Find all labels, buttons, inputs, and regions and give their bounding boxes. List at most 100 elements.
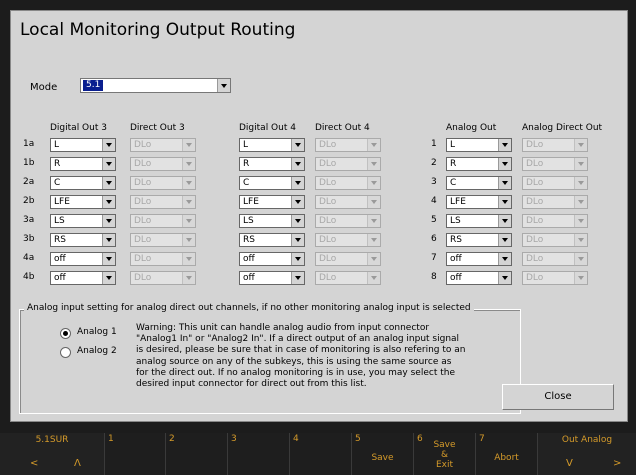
ao-select-2[interactable]: R bbox=[446, 157, 512, 171]
chevron-down-icon[interactable] bbox=[102, 177, 115, 189]
chevron-down-icon bbox=[367, 253, 380, 265]
d4-select-1[interactable]: L bbox=[239, 138, 305, 152]
chevron-down-icon[interactable] bbox=[498, 139, 511, 151]
chevron-down-icon bbox=[574, 158, 587, 170]
ao-select-8[interactable]: off bbox=[446, 271, 512, 285]
select-value: DLo bbox=[526, 254, 544, 264]
select-value: DLo bbox=[319, 197, 337, 207]
chevron-down-icon[interactable] bbox=[102, 158, 115, 170]
chevron-down-icon bbox=[182, 177, 195, 189]
chevron-down-icon[interactable] bbox=[102, 139, 115, 151]
row-label: 3b bbox=[23, 234, 35, 244]
select-value: DLo bbox=[319, 216, 337, 226]
chevron-down-icon[interactable] bbox=[217, 79, 230, 92]
ao-select-5[interactable]: LS bbox=[446, 214, 512, 228]
arrow-right-icon[interactable]: > bbox=[613, 458, 621, 469]
arrow-up-icon[interactable]: Λ bbox=[74, 458, 81, 469]
softkey-0[interactable]: 5.1SUR < Λ bbox=[0, 433, 105, 475]
select-value: DLo bbox=[526, 159, 544, 169]
dd3-select-8: DLo bbox=[130, 271, 196, 285]
row-label: 2b bbox=[23, 196, 35, 206]
mode-select[interactable]: 5.1 bbox=[80, 78, 231, 93]
d4-select-5[interactable]: LS bbox=[239, 214, 305, 228]
chevron-down-icon[interactable] bbox=[291, 139, 304, 151]
softkey-3[interactable]: 3 bbox=[228, 433, 290, 475]
chevron-down-icon[interactable] bbox=[291, 253, 304, 265]
chevron-down-icon[interactable] bbox=[291, 177, 304, 189]
d4-select-4[interactable]: LFE bbox=[239, 195, 305, 209]
softkey-7-abort[interactable]: 7 Abort bbox=[476, 433, 538, 475]
d4-select-7[interactable]: off bbox=[239, 252, 305, 266]
chevron-down-icon bbox=[574, 253, 587, 265]
softkey-5-save[interactable]: 5 Save bbox=[352, 433, 414, 475]
d3-select-5[interactable]: LS bbox=[50, 214, 116, 228]
softkey-2[interactable]: 2 bbox=[166, 433, 228, 475]
select-value: RS bbox=[54, 235, 66, 245]
select-value: DLo bbox=[319, 235, 337, 245]
select-value: LS bbox=[243, 216, 254, 226]
select-value: C bbox=[54, 178, 61, 188]
d3-select-4[interactable]: LFE bbox=[50, 195, 116, 209]
chevron-down-icon[interactable] bbox=[102, 196, 115, 208]
row-label: 4 bbox=[431, 196, 437, 206]
chevron-down-icon[interactable] bbox=[102, 215, 115, 227]
chevron-down-icon[interactable] bbox=[291, 215, 304, 227]
chevron-down-icon bbox=[367, 196, 380, 208]
ado-select-2: DLo bbox=[522, 157, 588, 171]
d3-select-1[interactable]: L bbox=[50, 138, 116, 152]
ao-select-7[interactable]: off bbox=[446, 252, 512, 266]
chevron-down-icon[interactable] bbox=[498, 253, 511, 265]
d3-select-2[interactable]: R bbox=[50, 157, 116, 171]
chevron-down-icon[interactable] bbox=[498, 272, 511, 284]
d3-select-3[interactable]: C bbox=[50, 176, 116, 190]
ao-select-1[interactable]: L bbox=[446, 138, 512, 152]
chevron-down-icon bbox=[574, 215, 587, 227]
select-value: R bbox=[450, 159, 457, 169]
d3-select-7[interactable]: off bbox=[50, 252, 116, 266]
chevron-down-icon[interactable] bbox=[498, 215, 511, 227]
softkey-4[interactable]: 4 bbox=[290, 433, 352, 475]
d3-select-8[interactable]: off bbox=[50, 271, 116, 285]
chevron-down-icon[interactable] bbox=[291, 158, 304, 170]
chevron-down-icon[interactable] bbox=[102, 272, 115, 284]
ao-select-6[interactable]: RS bbox=[446, 233, 512, 247]
ao-select-3[interactable]: C bbox=[446, 176, 512, 190]
select-value: R bbox=[54, 159, 61, 169]
select-value: DLo bbox=[319, 140, 337, 150]
row-label: 1a bbox=[23, 139, 35, 149]
softkey-1[interactable]: 1 bbox=[105, 433, 166, 475]
d4-select-2[interactable]: R bbox=[239, 157, 305, 171]
ao-select-4[interactable]: LFE bbox=[446, 195, 512, 209]
d4-select-6[interactable]: RS bbox=[239, 233, 305, 247]
chevron-down-icon[interactable] bbox=[291, 272, 304, 284]
d4-select-3[interactable]: C bbox=[239, 176, 305, 190]
d3-select-6[interactable]: RS bbox=[50, 233, 116, 247]
select-value: DLo bbox=[526, 273, 544, 283]
select-value: DLo bbox=[526, 216, 544, 226]
select-value: RS bbox=[450, 235, 462, 245]
chevron-down-icon[interactable] bbox=[498, 177, 511, 189]
chevron-down-icon bbox=[367, 234, 380, 246]
softkey-8[interactable]: Out Analog V > bbox=[538, 433, 636, 475]
chevron-down-icon[interactable] bbox=[498, 234, 511, 246]
dd4-select-3: DLo bbox=[315, 176, 381, 190]
close-button[interactable]: Close bbox=[502, 384, 614, 410]
dd3-select-5: DLo bbox=[130, 214, 196, 228]
select-value: C bbox=[243, 178, 250, 188]
select-value: L bbox=[450, 140, 456, 150]
chevron-down-icon[interactable] bbox=[102, 253, 115, 265]
abort-label: Abort bbox=[494, 453, 519, 463]
chevron-down-icon[interactable] bbox=[102, 234, 115, 246]
d4-select-8[interactable]: off bbox=[239, 271, 305, 285]
chevron-down-icon[interactable] bbox=[498, 196, 511, 208]
select-value: DLo bbox=[134, 216, 152, 226]
softkey-6-save-exit[interactable]: 6 Save & Exit bbox=[414, 433, 476, 475]
analog-1-radio[interactable] bbox=[60, 328, 71, 339]
chevron-down-icon[interactable] bbox=[498, 158, 511, 170]
arrow-down-icon[interactable]: V bbox=[566, 458, 573, 469]
arrow-left-icon[interactable]: < bbox=[30, 458, 38, 469]
analog-2-radio[interactable] bbox=[60, 347, 71, 358]
chevron-down-icon[interactable] bbox=[291, 196, 304, 208]
chevron-down-icon[interactable] bbox=[291, 234, 304, 246]
select-value: DLo bbox=[526, 178, 544, 188]
